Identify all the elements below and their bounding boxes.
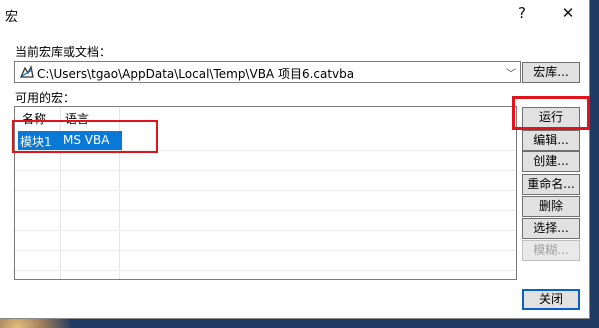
create-button[interactable]: 创建...: [522, 151, 580, 172]
macros-dialog: 宏 ? ✕ 当前宏库或文档： C:\Users\tgao\AppData\Loc…: [0, 0, 590, 319]
row-divider: [15, 250, 516, 251]
template-button[interactable]: 模糊...: [522, 240, 580, 261]
help-button[interactable]: ?: [512, 4, 532, 22]
macro-source-label: 当前宏库或文档：: [15, 45, 112, 59]
row-divider: [15, 230, 516, 231]
window-title: 宏: [5, 10, 19, 25]
delete-button[interactable]: 删除: [522, 196, 580, 217]
edit-button[interactable]: 编辑...: [522, 130, 580, 151]
select-button[interactable]: 选择...: [522, 218, 580, 239]
catvba-document-icon: [19, 65, 34, 78]
row-divider: [15, 210, 516, 211]
rename-button[interactable]: 重命名...: [522, 174, 580, 195]
row-divider: [15, 170, 516, 171]
close-window-button[interactable]: ✕: [558, 4, 578, 22]
available-macros-label: 可用的宏：: [15, 91, 76, 105]
row-divider: [15, 190, 516, 191]
highlight-annotation-run-button: [512, 96, 590, 130]
macro-source-value: C:\Users\tgao\AppData\Local\Temp\VBA 项目6…: [37, 67, 355, 81]
chevron-down-icon[interactable]: ﹀: [506, 65, 516, 80]
highlight-annotation-macro-row: [12, 120, 158, 153]
macro-source-combobox[interactable]: C:\Users\tgao\AppData\Local\Temp\VBA 项目6…: [14, 61, 521, 83]
close-button[interactable]: 关闭: [522, 289, 580, 310]
macro-library-button[interactable]: 宏库...: [522, 62, 580, 83]
row-divider: [15, 270, 516, 271]
